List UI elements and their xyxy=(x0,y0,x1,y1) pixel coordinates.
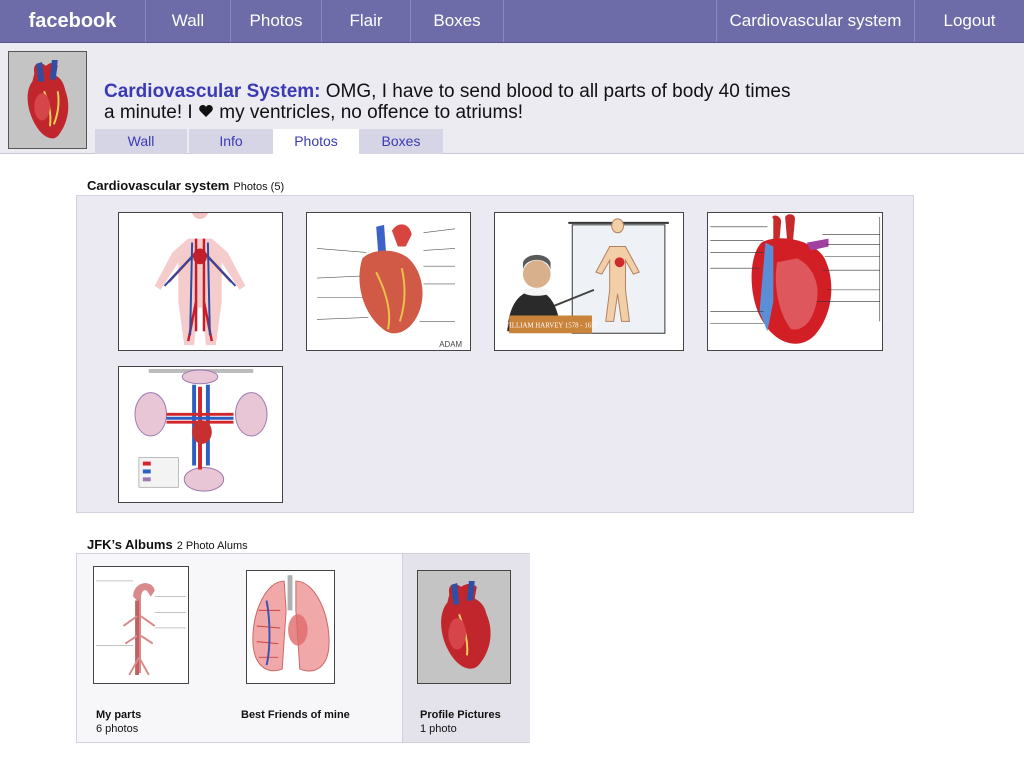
tab-info[interactable]: Info xyxy=(189,129,273,154)
album-cover-my-parts[interactable] xyxy=(93,566,189,684)
circulation-loop-image xyxy=(119,367,282,502)
william-harvey-image: WILLIAM HARVEY 1578 - 1657 xyxy=(495,213,683,350)
album-name[interactable]: Cardiovascular system xyxy=(87,178,229,193)
tab-photos[interactable]: Photos xyxy=(273,129,359,154)
album-count-profile-pictures: 1 photo xyxy=(420,723,457,735)
albums-count: 2 Photo Alums xyxy=(176,540,248,552)
tab-boxes[interactable]: Boxes xyxy=(359,129,443,154)
albums-title[interactable]: JFK’s Albums xyxy=(87,537,173,552)
adam-watermark: ADAM xyxy=(439,340,462,349)
body-circulation-image xyxy=(119,213,282,350)
heart-image xyxy=(9,52,86,148)
album-cover-best-friends[interactable] xyxy=(246,570,335,684)
album-title-profile-pictures[interactable]: Profile Pictures xyxy=(420,709,501,721)
profile-picture[interactable] xyxy=(8,51,87,149)
album-title-best-friends[interactable]: Best Friends of mine xyxy=(241,709,350,721)
lungs-image xyxy=(247,571,334,683)
nav-profile-link[interactable]: Cardiovascular system xyxy=(716,0,915,42)
photos-section-title: Cardiovascular system Photos (5) xyxy=(87,178,284,193)
albums-section-title: JFK’s Albums 2 Photo Alums xyxy=(87,537,248,552)
profile-heart-image xyxy=(418,571,510,683)
heart-chambers-image xyxy=(708,213,882,350)
photos-count: Photos (5) xyxy=(233,181,285,193)
nav-photos[interactable]: Photos xyxy=(231,0,322,42)
profile-status: Cardiovascular System: OMG, I have to se… xyxy=(104,81,794,123)
top-navigation-bar: facebook Wall Photos Flair Boxes Cardiov… xyxy=(0,0,1024,43)
harvey-caption: WILLIAM HARVEY 1578 - 1657 xyxy=(503,322,599,329)
tab-wall[interactable]: Wall xyxy=(95,129,187,154)
photo-heart-chambers[interactable] xyxy=(707,212,883,351)
status-text-2: my ventricles, no offence to atriums! xyxy=(214,102,524,123)
nav-flair[interactable]: Flair xyxy=(322,0,411,42)
album-cover-profile-pictures[interactable] xyxy=(417,570,511,684)
heart-anatomy-image: ADAM xyxy=(307,213,470,350)
facebook-logo[interactable]: facebook xyxy=(0,0,146,42)
nav-boxes[interactable]: Boxes xyxy=(411,0,504,42)
photo-circulatory-body[interactable] xyxy=(118,212,283,351)
photo-heart-anatomy[interactable]: ADAM xyxy=(306,212,471,351)
albums-grid: My parts 6 photos Best Friends of mine P… xyxy=(76,553,530,743)
heart-icon xyxy=(198,103,214,119)
album-title-my-parts[interactable]: My parts xyxy=(96,709,141,721)
photo-circulation-loop[interactable] xyxy=(118,366,283,503)
album-count-my-parts: 6 photos xyxy=(96,723,139,735)
photos-grid: ADAM WILLIAM HARVEY 1578 - 1657 xyxy=(76,195,914,513)
nav-wall[interactable]: Wall xyxy=(146,0,231,42)
logout-button[interactable]: Logout xyxy=(915,0,1024,42)
aorta-image xyxy=(94,567,188,683)
profile-name[interactable]: Cardiovascular System: xyxy=(104,81,321,102)
photo-william-harvey[interactable]: WILLIAM HARVEY 1578 - 1657 xyxy=(494,212,684,351)
profile-header: Cardiovascular System: OMG, I have to se… xyxy=(0,43,1024,154)
